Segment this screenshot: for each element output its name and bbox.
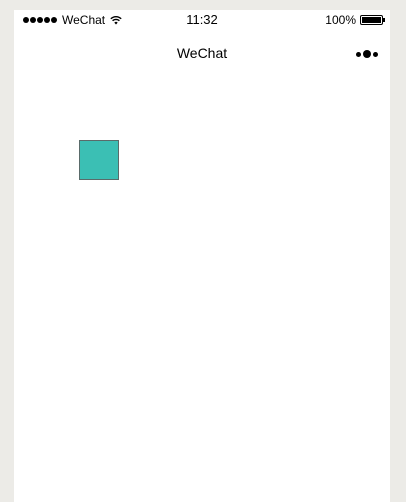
status-bar: WeChat 11:32 100% xyxy=(14,10,390,30)
phone-screen: WeChat 11:32 100% WeChat xyxy=(14,10,390,502)
battery-percent: 100% xyxy=(325,13,356,27)
status-right: 100% xyxy=(325,13,385,27)
nav-bar: WeChat xyxy=(14,30,390,74)
nav-title: WeChat xyxy=(176,45,228,61)
teal-square xyxy=(79,140,119,180)
more-dots-icon[interactable] xyxy=(356,49,378,59)
battery-icon xyxy=(360,15,385,25)
